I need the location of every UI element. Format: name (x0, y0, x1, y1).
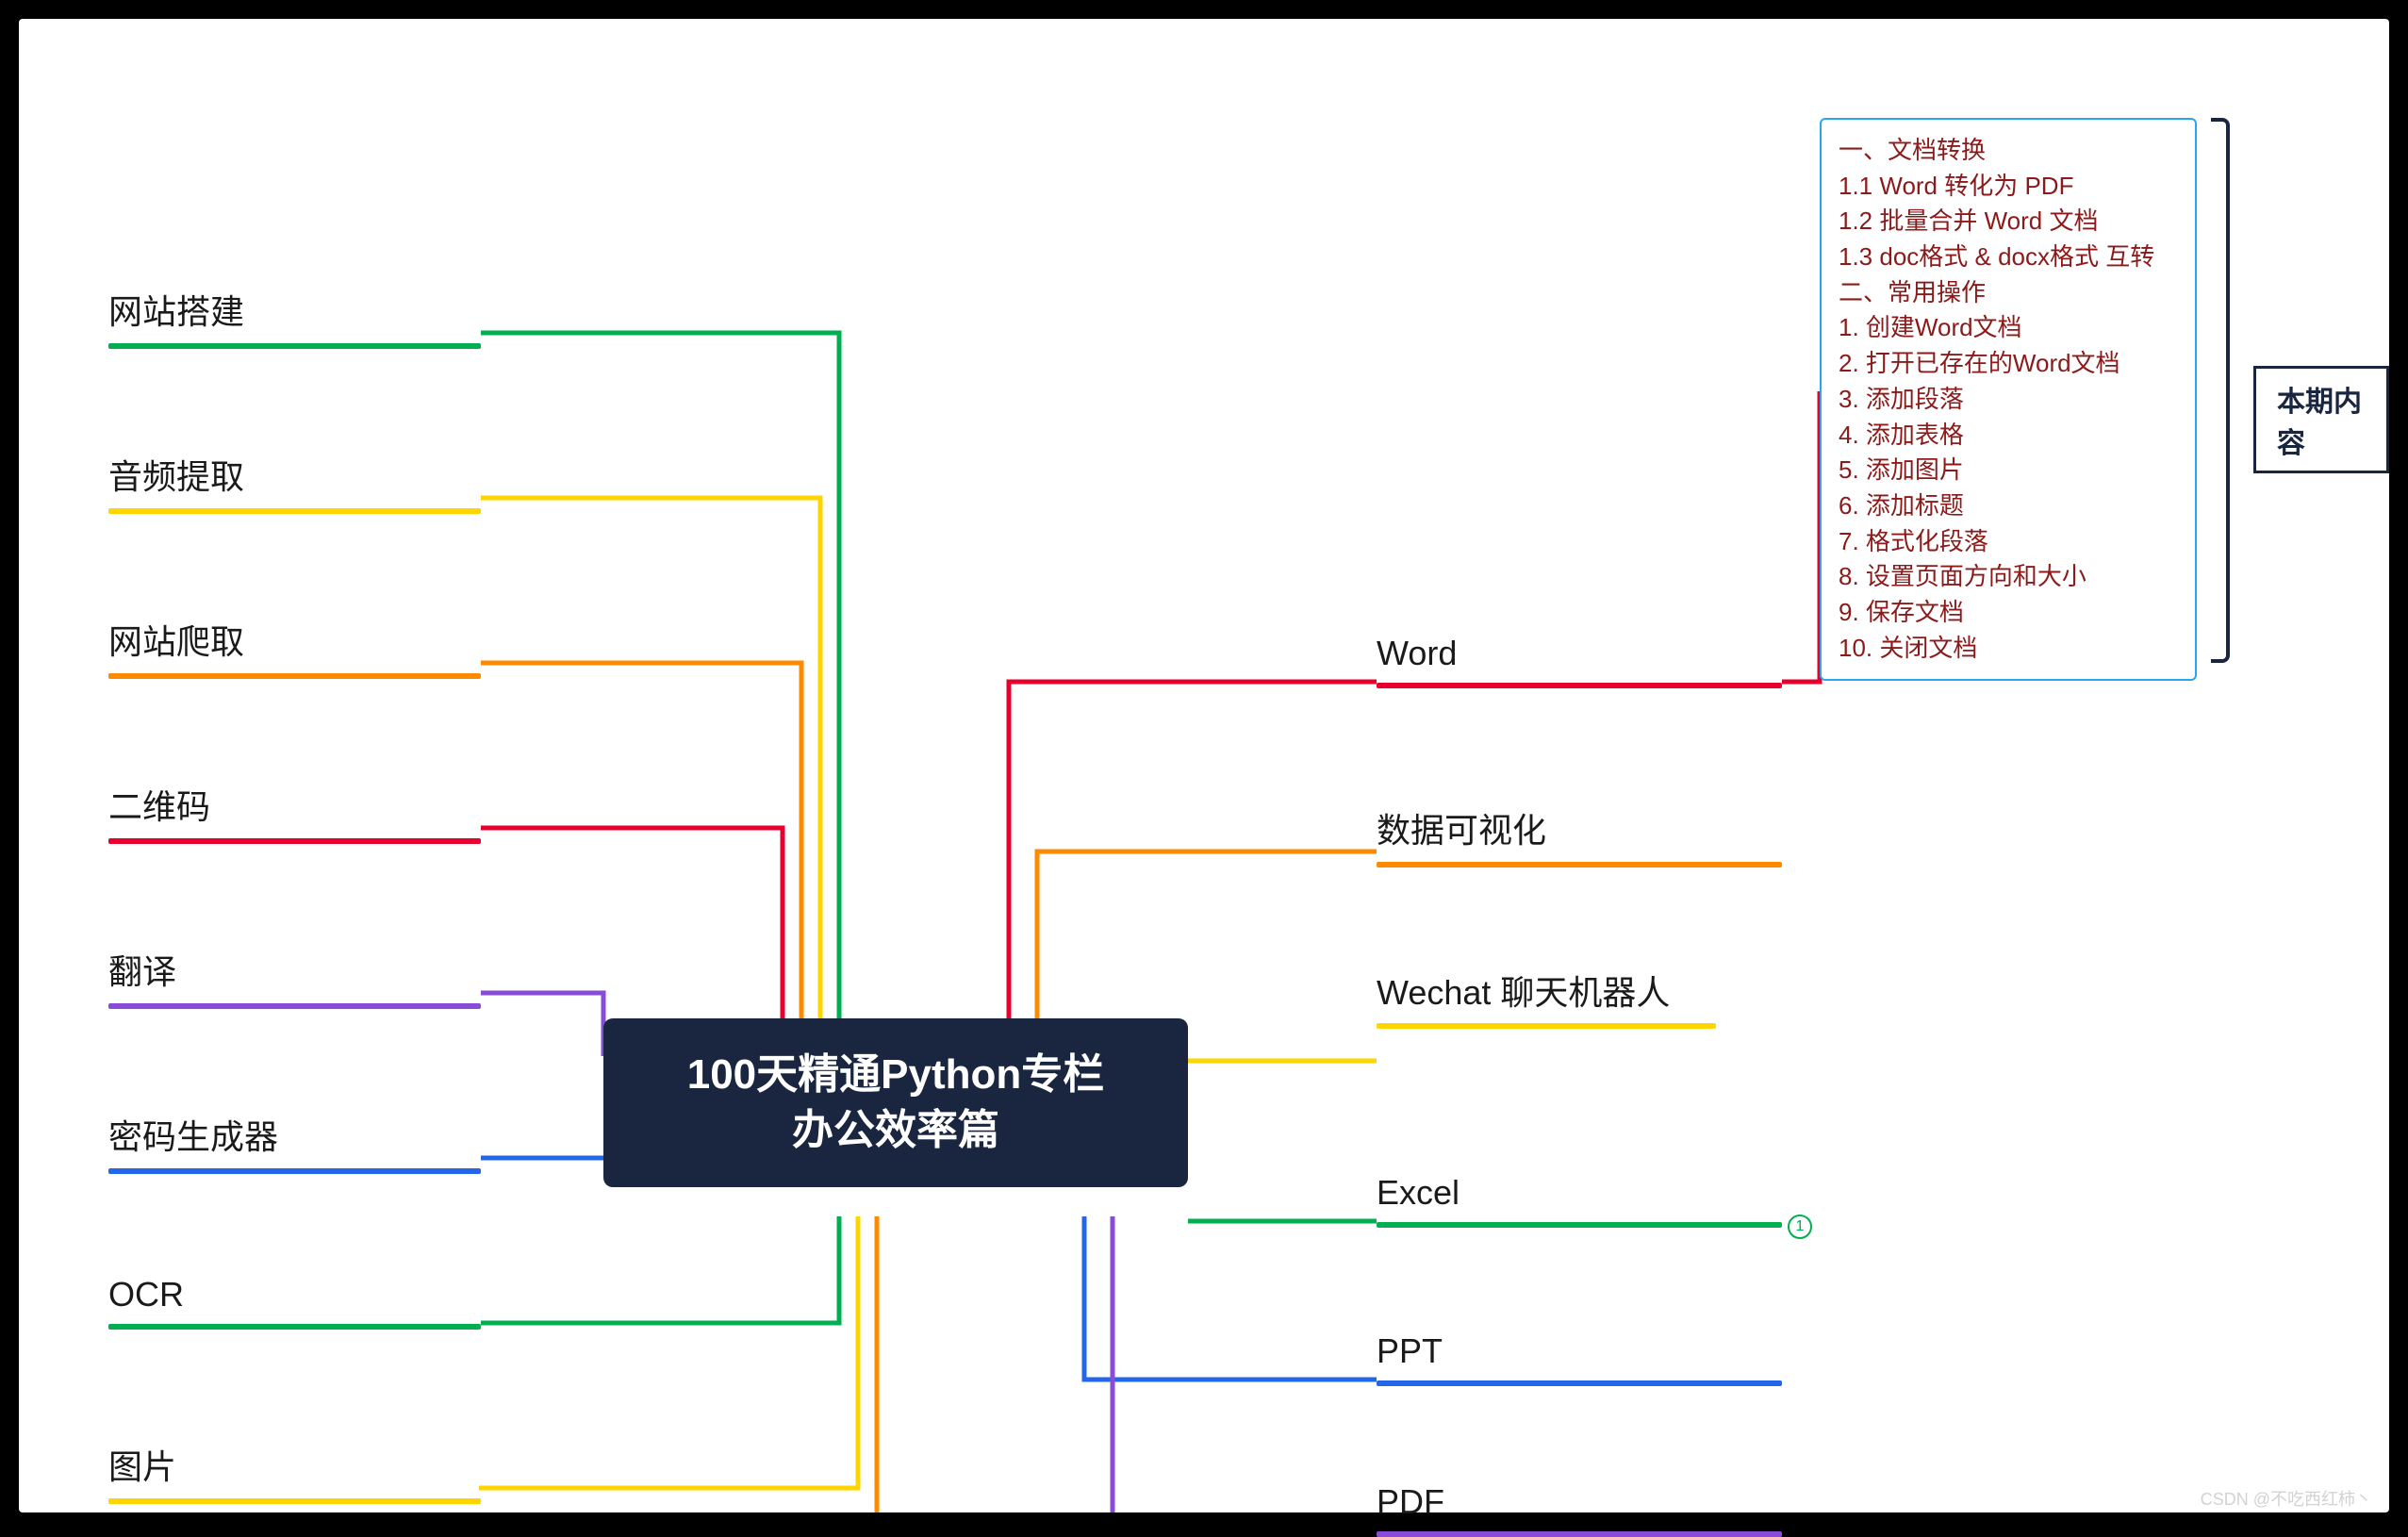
node-label: 二维码 (108, 787, 210, 826)
detail-line: 6. 添加标题 (1839, 488, 2178, 524)
node-label: PDF (1377, 1482, 1444, 1521)
left-node-password-gen: 密码生成器 (108, 1110, 481, 1159)
node-underline (108, 673, 481, 679)
node-label: 数据可视化 (1377, 811, 1546, 850)
central-line2: 办公效率篇 (792, 1107, 999, 1153)
node-underline (108, 343, 481, 349)
node-underline (108, 1498, 481, 1504)
node-underline (108, 1324, 481, 1330)
detail-box-word: 一、文档转换 1.1 Word 转化为 PDF 1.2 批量合并 Word 文档… (1820, 118, 2197, 681)
left-node-translate: 翻译 (108, 945, 481, 994)
node-label: Excel (1377, 1173, 1460, 1212)
central-node: 100天精通Python专栏 办公效率篇 (603, 1018, 1188, 1187)
node-underline (108, 1168, 481, 1174)
node-label: OCR (108, 1275, 184, 1314)
detail-line: 7. 格式化段落 (1839, 524, 2178, 560)
detail-line: 1.2 批量合并 Word 文档 (1839, 204, 2178, 240)
mindmap-canvas: 100天精通Python专栏 办公效率篇 网站搭建 音频提取 网站爬取 二维码 … (19, 19, 2389, 1512)
right-node-excel: Excel 1 (1377, 1173, 1782, 1213)
node-label: 密码生成器 (108, 1117, 278, 1156)
node-label: 网站搭建 (108, 292, 244, 331)
detail-line: 10. 关闭文档 (1839, 631, 2178, 667)
right-node-pdf: PDF (1377, 1482, 1782, 1522)
node-underline (108, 1003, 481, 1009)
node-underline (1377, 862, 1782, 868)
detail-line: 二、常用操作 (1839, 275, 2178, 311)
node-underline (1377, 1380, 1782, 1386)
central-line1: 100天精通Python专栏 (687, 1051, 1105, 1098)
detail-line: 4. 添加表格 (1839, 418, 2178, 454)
detail-line: 一、文档转换 (1839, 133, 2178, 169)
node-label: Wechat 聊天机器人 (1377, 973, 1670, 1012)
count-badge: 1 (1788, 1215, 1812, 1239)
detail-line: 2. 打开已存在的Word文档 (1839, 346, 2178, 382)
right-node-ppt: PPT (1377, 1331, 1782, 1371)
node-underline (1377, 1531, 1782, 1537)
bracket-icon (2211, 118, 2230, 663)
node-label: Word (1377, 634, 1457, 672)
detail-line: 8. 设置页面方向和大小 (1839, 559, 2178, 595)
node-label: 图片 (108, 1447, 176, 1486)
right-node-dataviz: 数据可视化 (1377, 803, 1782, 852)
node-label: 音频提取 (108, 457, 244, 496)
node-underline (1377, 1222, 1782, 1228)
right-node-word: Word (1377, 634, 1782, 673)
left-node-web-scrape: 网站爬取 (108, 615, 481, 664)
detail-line: 5. 添加图片 (1839, 453, 2178, 488)
right-node-wechat: Wechat 聊天机器人 (1377, 971, 1716, 1016)
detail-line: 1.1 Word 转化为 PDF (1839, 169, 2178, 205)
detail-line: 1.3 doc格式 & docx格式 互转 (1839, 240, 2178, 275)
watermark-text: CSDN @不吃西红柿丶 (2201, 1486, 2372, 1511)
node-label: 翻译 (108, 952, 176, 991)
left-node-image: 图片 (108, 1440, 481, 1489)
detail-line: 3. 添加段落 (1839, 382, 2178, 418)
detail-line: 1. 创建Word文档 (1839, 310, 2178, 346)
node-underline (108, 838, 481, 844)
node-underline (1377, 1023, 1716, 1029)
detail-line: 9. 保存文档 (1839, 595, 2178, 631)
left-node-ocr: OCR (108, 1275, 481, 1314)
node-label: PPT (1377, 1331, 1443, 1370)
node-label: 网站爬取 (108, 622, 244, 661)
left-node-qrcode: 二维码 (108, 780, 481, 829)
left-node-website-build: 网站搭建 (108, 285, 481, 334)
node-underline (108, 508, 481, 514)
left-node-audio-extract: 音频提取 (108, 450, 481, 499)
node-underline (1377, 683, 1782, 688)
issue-label: 本期内容 (2253, 366, 2389, 473)
